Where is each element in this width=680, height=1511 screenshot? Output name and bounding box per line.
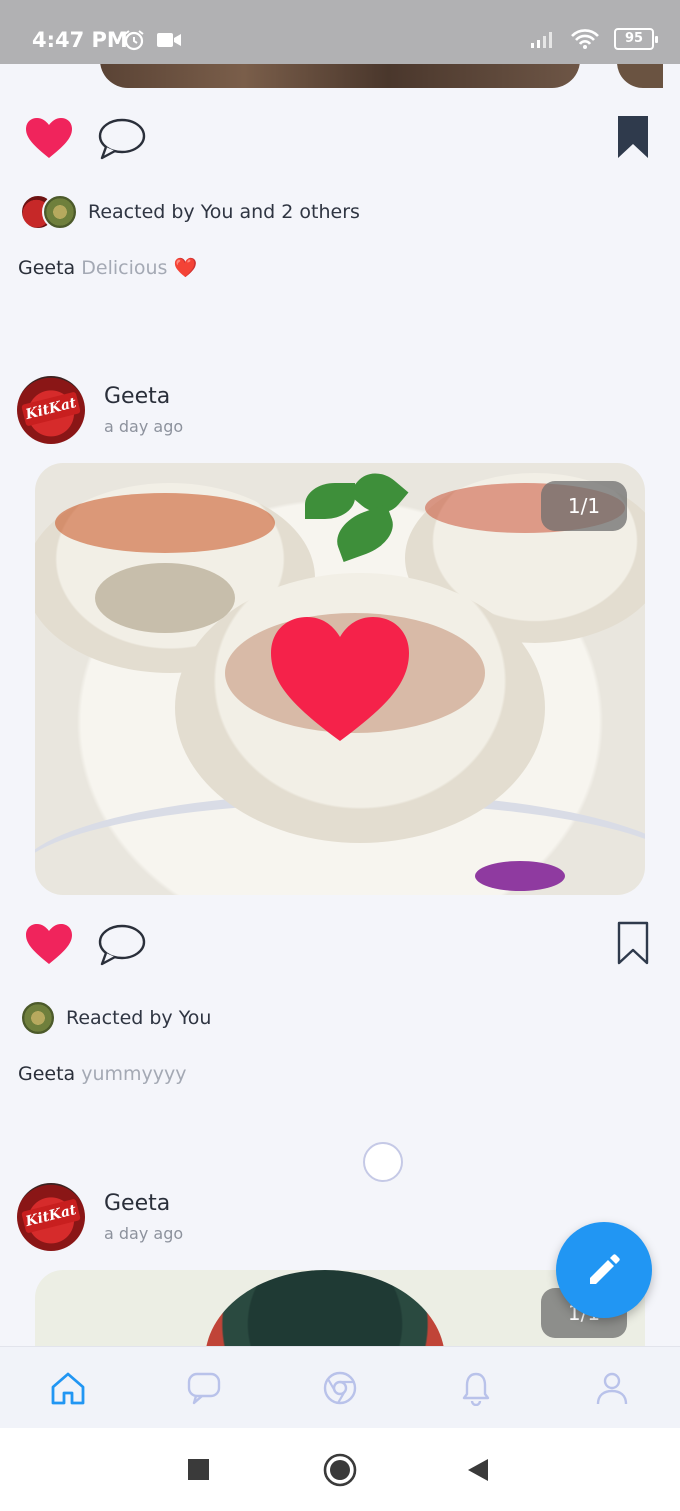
reactor-avatar — [42, 194, 78, 230]
bookmark-outline-icon[interactable] — [616, 920, 650, 966]
nav-chat[interactable] — [136, 1347, 272, 1429]
reactor-avatar — [20, 1000, 56, 1036]
caption-text: yummyyyy — [81, 1063, 187, 1085]
comment-icon[interactable] — [96, 116, 148, 162]
status-bar: 4:47 PM 95 — [0, 0, 680, 64]
nav-home[interactable] — [0, 1347, 136, 1429]
reacted-text: Reacted by You — [66, 1007, 212, 1029]
status-left-icons — [122, 28, 182, 52]
reactions-summary[interactable]: Reacted by You and 2 others — [20, 192, 360, 232]
double-tap-heart-icon — [271, 617, 409, 741]
status-right-icons: 95 — [530, 28, 658, 50]
spice-sprinkle — [95, 563, 235, 633]
chat-icon — [187, 1372, 221, 1405]
loading-spinner — [363, 1142, 403, 1182]
nav-profile[interactable] — [544, 1347, 680, 1429]
post-username[interactable]: Geeta — [104, 384, 170, 409]
bell-icon — [462, 1372, 490, 1406]
post-username[interactable]: Geeta — [104, 1191, 170, 1216]
post-image[interactable]: 1/1 — [35, 1270, 645, 1346]
avatar[interactable]: KitKat — [17, 376, 85, 444]
create-post-button[interactable] — [556, 1222, 652, 1318]
post-image[interactable]: 1/1 — [35, 463, 645, 895]
nav-explore[interactable] — [272, 1347, 408, 1429]
post-timestamp: a day ago — [104, 417, 184, 436]
bookmark-filled-icon[interactable] — [616, 114, 650, 160]
profile-icon — [596, 1372, 628, 1405]
battery-icon: 95 — [614, 28, 658, 50]
post-actions — [0, 914, 680, 974]
comment-icon[interactable] — [96, 922, 148, 968]
status-time: 4:47 PM — [32, 28, 128, 52]
system-navigation-bar — [0, 1428, 680, 1511]
home-icon — [51, 1372, 85, 1405]
post-caption: Geeta yummyyyy — [18, 1063, 187, 1085]
pencil-icon — [590, 1254, 620, 1284]
back-icon[interactable] — [466, 1452, 490, 1488]
bottom-navigation — [0, 1346, 680, 1429]
feed[interactable]: Reacted by You and 2 others Geeta Delici… — [0, 64, 680, 1346]
sauce — [55, 493, 275, 553]
recent-apps-icon[interactable] — [188, 1452, 210, 1488]
nav-notifications[interactable] — [408, 1347, 544, 1429]
explore-icon — [323, 1371, 357, 1405]
purple-dish — [475, 861, 565, 891]
post-caption: Geeta Delicious ❤️ — [18, 256, 197, 279]
post-timestamp: a day ago — [104, 1224, 184, 1243]
image-counter-badge: 1/1 — [541, 481, 627, 531]
like-heart-icon[interactable] — [24, 116, 74, 160]
previous-post-image[interactable] — [100, 64, 580, 88]
reacted-text: Reacted by You and 2 others — [88, 201, 360, 223]
post-header: KitKat Geeta a day ago — [17, 1183, 617, 1253]
signal-icon — [531, 32, 552, 48]
caption-text: Delicious ❤️ — [81, 257, 198, 279]
wifi-icon — [571, 29, 599, 49]
previous-post-image-edge — [617, 64, 663, 88]
reactions-summary[interactable]: Reacted by You — [20, 998, 211, 1038]
post-header: KitKat Geeta a day ago — [17, 376, 617, 446]
avatar[interactable]: KitKat — [17, 1183, 85, 1251]
caption-username[interactable]: Geeta — [18, 1063, 75, 1085]
photo-subject — [205, 1270, 445, 1346]
alarm-icon — [124, 30, 144, 51]
caption-username[interactable]: Geeta — [18, 257, 75, 279]
home-button-icon[interactable] — [323, 1452, 357, 1488]
video-icon — [157, 33, 181, 47]
like-heart-icon[interactable] — [24, 922, 74, 966]
mint-leaf — [305, 483, 355, 519]
post-actions — [0, 108, 680, 168]
